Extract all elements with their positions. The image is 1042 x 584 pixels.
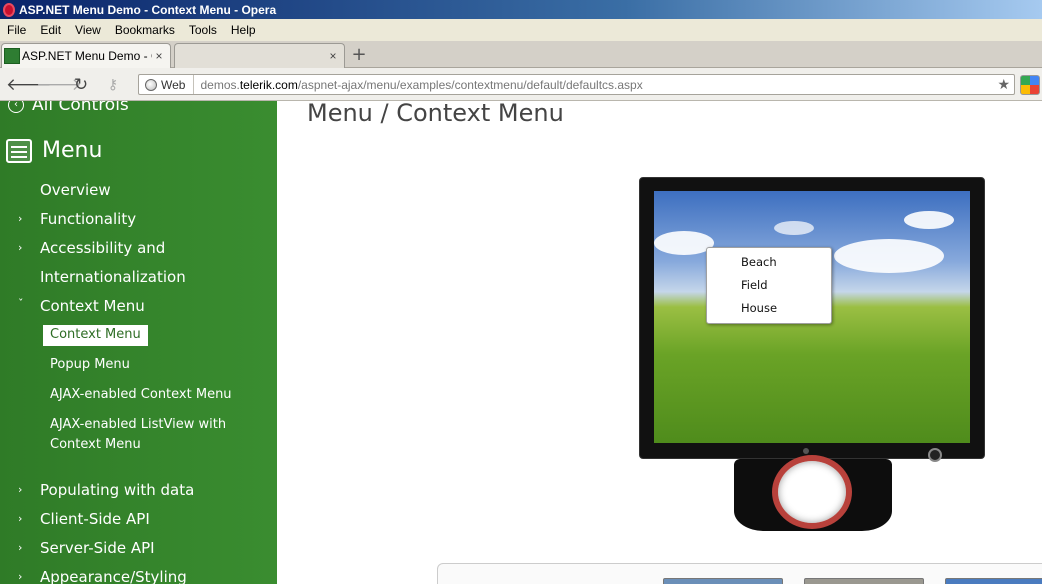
sidebar-item-accessibility[interactable]: Accessibility and bbox=[40, 239, 165, 257]
page-title: Menu / Context Menu bbox=[307, 101, 564, 127]
menu-help[interactable]: Help bbox=[224, 23, 263, 37]
all-controls-link[interactable]: ‹ All Controls bbox=[8, 101, 129, 115]
monitor-screen[interactable]: Beach Field House bbox=[654, 191, 970, 443]
example-thumbnail[interactable] bbox=[663, 578, 783, 584]
tab-bar: ASP.NET Menu Demo - C... × × + bbox=[0, 41, 1042, 68]
monitor-image: Beach Field House bbox=[639, 177, 985, 462]
close-icon[interactable]: × bbox=[152, 49, 166, 63]
menu-bar: File Edit View Bookmarks Tools Help bbox=[0, 19, 1042, 41]
sidebar-item-context-menu[interactable]: Context Menu bbox=[40, 297, 145, 315]
sidebar-heading-label: Menu bbox=[42, 138, 103, 163]
page-content: ‹ All Controls Menu Overview › Functiona… bbox=[0, 101, 1042, 584]
web-badge[interactable]: Web bbox=[139, 75, 195, 94]
address-bar[interactable]: Web demos.telerik.com/aspnet-ajax/menu/e… bbox=[138, 74, 1015, 95]
camera-dot-icon bbox=[803, 448, 809, 454]
examples-panel bbox=[437, 563, 1042, 584]
forward-button[interactable]: 🡒 bbox=[36, 74, 82, 96]
context-menu-item-beach[interactable]: Beach bbox=[741, 255, 777, 269]
menu-control-icon bbox=[6, 138, 32, 163]
chevron-right-icon: › bbox=[18, 512, 23, 525]
url-path: /aspnet-ajax/menu/examples/contextmenu/d… bbox=[297, 77, 643, 92]
monitor-stand bbox=[734, 455, 892, 531]
back-button[interactable]: 🡐 bbox=[6, 74, 52, 96]
sidebar-subitem-ajax-listview[interactable]: AJAX-enabled ListView with bbox=[50, 415, 226, 435]
all-controls-label: All Controls bbox=[32, 101, 129, 115]
chevron-right-icon: › bbox=[18, 541, 23, 554]
chevron-right-icon: › bbox=[18, 570, 23, 583]
sidebar-item-populating[interactable]: Populating with data bbox=[40, 481, 194, 499]
url-text: demos.telerik.com/aspnet-ajax/menu/examp… bbox=[194, 78, 642, 92]
sidebar-item-client-api[interactable]: Client-Side API bbox=[40, 510, 150, 528]
sidebar-heading: Menu bbox=[6, 138, 102, 163]
sidebar-subitem-context-menu[interactable]: Context Menu bbox=[43, 325, 148, 346]
globe-icon bbox=[145, 78, 157, 91]
window-title: ASP.NET Menu Demo - Context Menu - Opera bbox=[19, 2, 277, 17]
url-domain: telerik.com bbox=[239, 77, 298, 92]
example-thumbnail[interactable] bbox=[804, 578, 924, 584]
chevron-right-icon: › bbox=[18, 212, 23, 225]
google-search-icon[interactable] bbox=[1020, 75, 1040, 95]
sidebar-item-overview[interactable]: Overview bbox=[40, 181, 111, 199]
telerik-favicon-icon bbox=[4, 48, 20, 64]
menu-tools[interactable]: Tools bbox=[182, 23, 224, 37]
menu-view[interactable]: View bbox=[68, 23, 108, 37]
tab-empty[interactable]: × bbox=[174, 43, 345, 68]
navigation-bar: 🡐 🡒 ↻ ⚷ Web demos.telerik.com/aspnet-aja… bbox=[0, 68, 1042, 101]
sidebar-item-functionality[interactable]: Functionality bbox=[40, 210, 136, 228]
context-menu-item-house[interactable]: House bbox=[741, 301, 777, 315]
tab-menu-demo[interactable]: ASP.NET Menu Demo - C... × bbox=[1, 43, 171, 68]
new-tab-button[interactable]: + bbox=[350, 46, 368, 64]
url-subdomain: demos. bbox=[200, 77, 240, 92]
tab-label: ASP.NET Menu Demo - C... bbox=[22, 49, 152, 63]
sidebar-subitem-popup-menu[interactable]: Popup Menu bbox=[50, 355, 130, 375]
stand-ring-icon bbox=[772, 455, 852, 529]
sidebar-item-appearance[interactable]: Appearance/Styling bbox=[40, 568, 187, 584]
power-button-icon bbox=[928, 448, 942, 462]
chevron-right-icon: › bbox=[18, 483, 23, 496]
menu-file[interactable]: File bbox=[0, 23, 33, 37]
reload-button[interactable]: ↻ bbox=[70, 74, 92, 96]
close-icon[interactable]: × bbox=[326, 49, 340, 63]
menu-edit[interactable]: Edit bbox=[33, 23, 68, 37]
context-menu-item-field[interactable]: Field bbox=[741, 278, 768, 292]
sidebar-item-server-api[interactable]: Server-Side API bbox=[40, 539, 155, 557]
sidebar-subitem-ajax-context-menu[interactable]: AJAX-enabled Context Menu bbox=[50, 385, 232, 405]
example-thumbnail[interactable] bbox=[945, 578, 1042, 584]
sidebar-subitem-ajax-listview-line2[interactable]: Context Menu bbox=[50, 435, 141, 455]
chevron-right-icon: › bbox=[18, 241, 23, 254]
chevron-down-icon: ˇ bbox=[18, 297, 24, 310]
sidebar: ‹ All Controls Menu Overview › Functiona… bbox=[0, 101, 277, 584]
sidebar-item-accessibility-line2[interactable]: Internationalization bbox=[40, 268, 186, 286]
opera-logo-icon bbox=[3, 2, 15, 17]
back-circle-icon: ‹ bbox=[8, 101, 24, 113]
key-icon[interactable]: ⚷ bbox=[102, 74, 124, 96]
menu-bookmarks[interactable]: Bookmarks bbox=[108, 23, 182, 37]
window-title-bar: ASP.NET Menu Demo - Context Menu - Opera bbox=[0, 0, 1042, 19]
web-badge-label: Web bbox=[161, 77, 186, 92]
context-menu: Beach Field House bbox=[706, 247, 832, 324]
bookmark-star-icon[interactable]: ★ bbox=[997, 76, 1010, 93]
